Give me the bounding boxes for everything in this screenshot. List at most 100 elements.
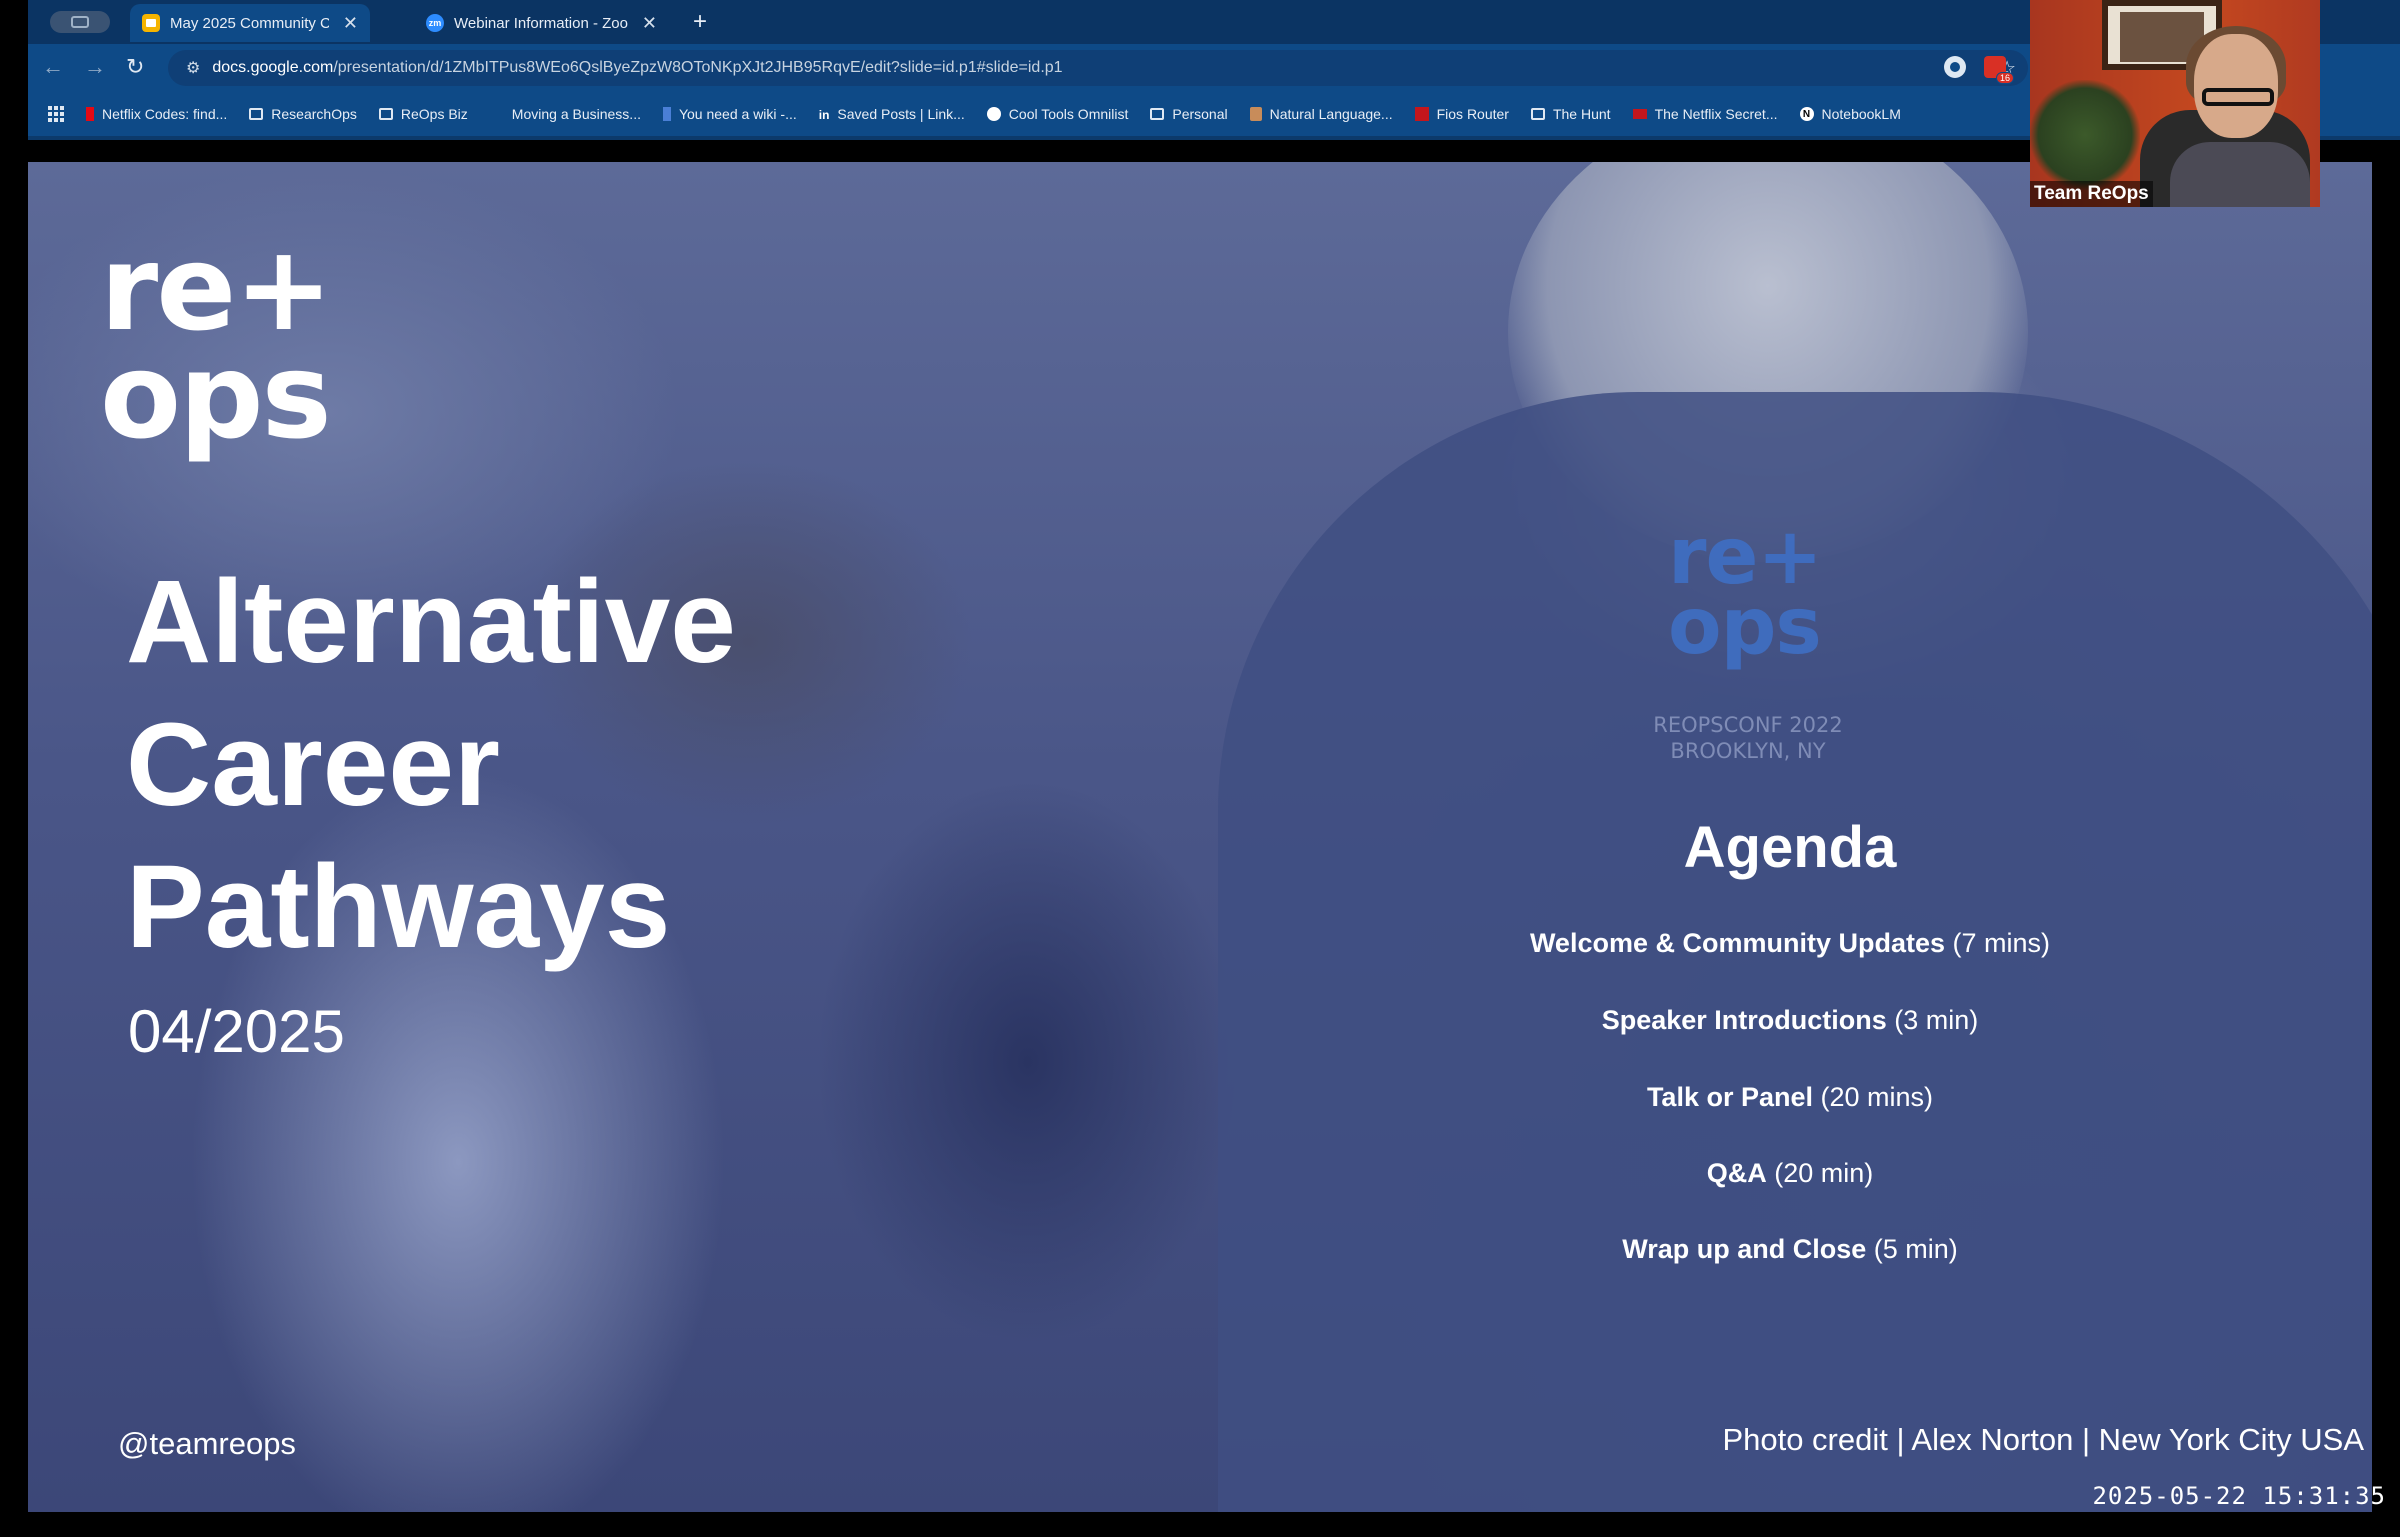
zoom-icon: zm (426, 14, 444, 32)
url-host: docs.google.com (212, 59, 334, 76)
agenda-item-time: (5 min) (1873, 1234, 1958, 1264)
agenda-item: Talk or Panel (20 mins) (1390, 1082, 2190, 1113)
folder-icon (249, 108, 264, 120)
participant-video-tile[interactable]: Team ReOps (2030, 0, 2320, 207)
bookmark-natural-language[interactable]: Natural Language... (1249, 106, 1393, 122)
agenda-item-time: (7 mins) (1952, 928, 2051, 958)
participant-shirt (2170, 142, 2310, 207)
agenda-item-label: Welcome & Community Updates (1529, 928, 1946, 958)
agenda-item-label: Q&A (1706, 1158, 1767, 1188)
bookmark-netflix-secret[interactable]: The Netflix Secret... (1632, 106, 1778, 122)
bookmark-cool-tools[interactable]: Cool Tools Omnilist (986, 106, 1129, 122)
bookmark-folder-the-hunt[interactable]: The Hunt (1530, 106, 1611, 122)
bookmark-label: You need a wiki -... (678, 106, 797, 122)
site-info-icon[interactable]: ⚙ (186, 58, 200, 78)
close-icon[interactable]: ✕ (343, 13, 358, 34)
bookmark-moving-business[interactable]: Moving a Business... (490, 106, 641, 122)
agenda-item: Welcome & Community Updates (7 mins) (1390, 928, 2190, 959)
folder-icon (1150, 108, 1165, 120)
recording-timestamp: 2025-05-22 15:31:35 (2092, 1482, 2386, 1510)
bookmark-folder-researchops[interactable]: ResearchOps (249, 106, 357, 122)
bookmark-label: The Hunt (1552, 106, 1611, 122)
agenda-item-time: (3 min) (1894, 1005, 1979, 1035)
address-bar[interactable]: ⚙ docs.google.com/presentation/d/1ZMbITP… (168, 50, 2028, 86)
shirt-logo-line: ops (1668, 582, 1822, 672)
check-icon (1414, 107, 1429, 121)
bookmark-folder-personal[interactable]: Personal (1150, 106, 1228, 122)
linkedin-icon: in (818, 108, 830, 122)
shirt-caption-line: REOPSCONF 2022 (1653, 713, 1843, 737)
slide-title-line: Pathways (126, 841, 671, 973)
tab-group-icon (71, 16, 89, 28)
shirt-caption-line: BROOKLYN, NY (1670, 739, 1826, 763)
bookmark-folder-reops-biz[interactable]: ReOps Biz (378, 106, 468, 122)
agenda-item-time: (20 min) (1774, 1158, 1874, 1188)
bookmark-label: ResearchOps (271, 106, 357, 122)
agenda-item: Q&A (20 min) (1390, 1158, 2190, 1189)
logo-line: re+ (100, 219, 333, 357)
agenda-title: Agenda (1683, 815, 1897, 880)
agenda-item-label: Speaker Introductions (1601, 1005, 1887, 1035)
reops-logo: re+ ops (100, 219, 333, 465)
tab-title: May 2025 Community Calls D (170, 14, 329, 32)
extension-icon[interactable]: 16 (1984, 56, 2014, 84)
password-extension-icon[interactable] (1944, 56, 1966, 78)
bookmark-wiki[interactable]: You need a wiki -... (662, 106, 797, 122)
tab-community-calls[interactable]: May 2025 Community Calls D ✕ (130, 4, 370, 42)
shirt-caption: REOPSCONF 2022 BROOKLYN, NY (1638, 712, 1858, 764)
bookmark-label: Netflix Codes: find... (102, 106, 228, 122)
notebook-icon (1249, 107, 1262, 121)
bookmark-label: Natural Language... (1269, 106, 1393, 122)
bookmark-label: NotebookLM (1821, 106, 1901, 122)
forward-icon[interactable]: → (84, 54, 106, 80)
folder-icon (1530, 108, 1545, 120)
apps-icon[interactable] (48, 106, 64, 122)
bookmark-label: ReOps Biz (400, 106, 468, 122)
agenda-item-label: Wrap up and Close (1622, 1234, 1867, 1264)
shirt-logo: re+ ops (1668, 518, 1823, 672)
tab-group-button[interactable] (50, 11, 110, 33)
netflix-icon (1632, 109, 1647, 119)
logo-line: ops (100, 327, 332, 465)
bookmark-label: Saved Posts | Link... (837, 106, 965, 122)
netflix-icon (86, 107, 94, 121)
bookmark-label: Cool Tools Omnilist (1008, 106, 1129, 122)
bookmark-saved-posts[interactable]: in Saved Posts | Link... (819, 106, 965, 122)
slide-title-line: Career (126, 699, 500, 831)
bookmark-netflix-codes[interactable]: Netflix Codes: find... (86, 106, 227, 122)
agenda-item-time: (20 mins) (1820, 1082, 1934, 1112)
globe-icon (986, 107, 1001, 121)
bookmark-icon (662, 107, 671, 121)
tab-zoom-webinar[interactable]: zm Webinar Information - Zoom ✕ (414, 4, 669, 42)
folder-icon (378, 108, 393, 120)
screen-edge (2372, 140, 2400, 1537)
close-icon[interactable]: ✕ (642, 13, 657, 34)
divider (28, 140, 2372, 162)
agenda-item-label: Talk or Panel (1646, 1082, 1813, 1112)
reload-icon[interactable]: ↻ (126, 54, 144, 80)
bookmark-fios-router[interactable]: Fios Router (1414, 106, 1509, 122)
bookmark-label: Moving a Business... (511, 106, 641, 122)
participant-face (2194, 34, 2278, 138)
social-handle: @teamreops (118, 1426, 296, 1461)
presentation-slide: re+ ops re+ ops REOPSCONF 2022 BROOKLYN,… (28, 162, 2372, 1512)
slides-icon (142, 14, 160, 32)
tab-title: Webinar Information - Zoom (454, 14, 628, 32)
bookmark-label: The Netflix Secret... (1654, 106, 1778, 122)
slide-date: 04/2025 (128, 998, 345, 1065)
new-tab-button[interactable]: + (693, 8, 707, 36)
participant-name: Team ReOps (2030, 181, 2153, 207)
bookmark-label: Personal (1172, 106, 1228, 122)
agenda-item: Wrap up and Close (5 min) (1390, 1234, 2190, 1265)
extension-badge: 16 (1995, 72, 2014, 84)
back-icon[interactable]: ← (42, 54, 64, 80)
bookmark-notebooklm[interactable]: N NotebookLM (1799, 106, 1901, 122)
slide-title-line: Alternative (126, 556, 736, 688)
notebooklm-icon: N (1799, 107, 1814, 121)
participant-glasses (2202, 88, 2274, 106)
url-text: docs.google.com/presentation/d/1ZMbITPus… (212, 59, 1062, 77)
bookmark-label: Fios Router (1436, 106, 1509, 122)
plant (2030, 80, 2140, 190)
agenda-item: Speaker Introductions (3 min) (1390, 1005, 2190, 1036)
page-icon (490, 108, 504, 120)
